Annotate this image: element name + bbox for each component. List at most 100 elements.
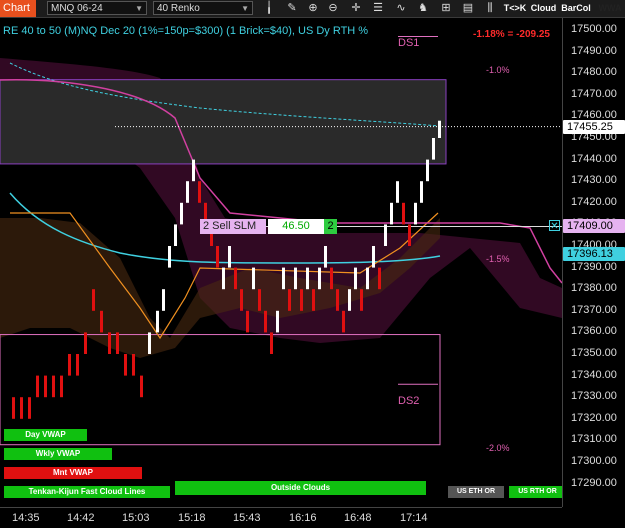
time-tick: 17:14 bbox=[400, 512, 428, 524]
price-tick: 17300.00 bbox=[571, 455, 617, 467]
time-tick: 15:43 bbox=[233, 512, 261, 524]
time-tick: 16:16 bbox=[289, 512, 317, 524]
barcol-toggle-button[interactable]: BarCol bbox=[560, 1, 592, 15]
tk-toggle-button[interactable]: T<>K bbox=[503, 1, 527, 15]
renko-bar-up bbox=[282, 267, 285, 290]
renko-bar-up bbox=[228, 246, 231, 268]
instrument-selector[interactable]: MNQ 06-24 ▼ bbox=[47, 1, 147, 15]
crosshair-icon[interactable]: ✛ bbox=[349, 1, 363, 15]
outside-clouds-legend: Outside Clouds bbox=[175, 481, 426, 495]
us-rth-or-legend: US RTH OR bbox=[509, 486, 566, 498]
wwa-toggle-button[interactable]: WWA bbox=[595, 1, 625, 15]
close-order-icon[interactable]: ✕ bbox=[549, 220, 560, 232]
renko-bar-down bbox=[76, 354, 79, 376]
renko-bar-down bbox=[402, 202, 405, 225]
monthly-vwap-legend: Mnt VWAP bbox=[4, 467, 142, 479]
weekly-vwap-legend: Wkly VWAP bbox=[4, 448, 112, 460]
renko-bar-down bbox=[378, 267, 381, 290]
chevron-down-icon: ▼ bbox=[135, 4, 143, 13]
chart-tab[interactable]: Chart bbox=[0, 0, 36, 17]
renko-bar-up bbox=[420, 181, 423, 203]
templates-icon[interactable]: ⊞ bbox=[439, 1, 453, 15]
price-tick: 17480.00 bbox=[571, 66, 617, 79]
barcol-toggle-label: BarCol bbox=[561, 3, 591, 13]
tk-toggle-label: T<>K bbox=[503, 3, 527, 13]
renko-bar-up bbox=[366, 267, 369, 290]
renko-bar-down bbox=[216, 246, 219, 268]
price-tick: 17380.00 bbox=[571, 282, 617, 295]
renko-bar-up bbox=[306, 267, 309, 290]
ds1-label: DS1 bbox=[398, 37, 420, 49]
renko-bar-down bbox=[240, 289, 243, 311]
renko-bar-up bbox=[318, 267, 321, 290]
renko-bar-down bbox=[312, 289, 315, 311]
renko-bar-up bbox=[414, 202, 417, 225]
renko-bar-up bbox=[348, 289, 351, 311]
renko-bar-down bbox=[360, 289, 363, 311]
renko-bar-down bbox=[270, 332, 273, 354]
current-price-badge: 17455.25 bbox=[563, 120, 625, 134]
price-tick: 17320.00 bbox=[571, 411, 617, 424]
price-tick: 17350.00 bbox=[571, 347, 617, 359]
renko-bar-down bbox=[124, 354, 127, 376]
zoom-out-icon[interactable]: ⊖ bbox=[326, 1, 340, 15]
renko-bar-up bbox=[156, 310, 159, 333]
renko-bar-down bbox=[342, 310, 345, 333]
renko-bar-down bbox=[132, 354, 135, 376]
renko-bar-down bbox=[408, 224, 411, 246]
renko-bar-down bbox=[264, 310, 267, 333]
order-quantity[interactable]: 2 bbox=[324, 219, 337, 234]
price-tick: 17330.00 bbox=[571, 390, 617, 403]
bar-style-icon[interactable]: ╽ bbox=[262, 1, 276, 15]
renko-bar-down bbox=[198, 181, 201, 203]
renko-bar-up bbox=[162, 289, 165, 311]
price-axis[interactable]: 17500.00 17490.00 17480.00 17470.00 17460.00… bbox=[562, 18, 625, 507]
renko-bar-up bbox=[186, 181, 189, 203]
cloud-toggle-button[interactable]: Cloud bbox=[530, 1, 557, 15]
renko-bar-up bbox=[276, 310, 279, 333]
pct-level-1: -1.0% bbox=[486, 65, 510, 75]
bar-type-selector[interactable]: 40 Renko ▼ bbox=[153, 1, 253, 15]
renko-bar-down bbox=[60, 375, 63, 398]
cloud-lines-legend: Tenkan-Kijun Fast Cloud Lines bbox=[4, 486, 170, 498]
renko-bar-down bbox=[336, 289, 339, 311]
renko-bar-down bbox=[28, 397, 31, 419]
bar-type-value: 40 Renko bbox=[157, 3, 200, 14]
renko-bar-up bbox=[384, 224, 387, 246]
renko-bar-up bbox=[148, 332, 151, 354]
chart-toolbar: Chart MNQ 06-24 ▼ 40 Renko ▼ ╽ ✎ ⊕ ⊖ ✛ ☰… bbox=[0, 0, 625, 18]
renko-bar-up bbox=[372, 246, 375, 268]
renko-bar-down bbox=[100, 310, 103, 333]
zoom-in-icon[interactable]: ⊕ bbox=[306, 1, 320, 15]
renko-bar-down bbox=[52, 375, 55, 398]
renko-bar-up bbox=[324, 246, 327, 268]
strategies-icon[interactable]: ♞ bbox=[416, 1, 430, 15]
pct-level-2: -1.5% bbox=[486, 254, 510, 264]
price-tick: 17440.00 bbox=[571, 152, 617, 165]
time-axis[interactable]: 14:35 14:42 15:03 15:18 15:43 16:16 16:48 17:14 bbox=[0, 507, 562, 528]
time-tick: 15:03 bbox=[122, 512, 150, 524]
time-tick: 14:35 bbox=[12, 512, 40, 524]
sell-order-label[interactable]: 2 Sell SLM bbox=[200, 219, 266, 234]
price-tick: 17500.00 bbox=[571, 23, 617, 35]
chevron-down-icon: ▼ bbox=[241, 4, 249, 13]
vwap-price-badge: 17396.13 bbox=[563, 247, 625, 261]
indicators-icon[interactable]: ∿ bbox=[394, 1, 408, 15]
order-price-field[interactable]: 46.50 bbox=[268, 219, 324, 234]
renko-bar-down bbox=[84, 332, 87, 354]
instrument-value: MNQ 06-24 bbox=[51, 3, 103, 14]
split-icon[interactable]: ⫼ bbox=[483, 1, 497, 15]
renko-bar-up bbox=[354, 267, 357, 290]
data-box-icon[interactable]: ▤ bbox=[461, 1, 475, 15]
day-vwap-legend: Day VWAP bbox=[4, 429, 87, 441]
cloud-toggle-label: Cloud bbox=[530, 3, 557, 13]
renko-bar-up bbox=[390, 202, 393, 225]
draw-tools-icon[interactable]: ✎ bbox=[285, 1, 299, 15]
order-price-badge: 17409.00 bbox=[563, 219, 625, 233]
price-tick: 17430.00 bbox=[571, 174, 617, 187]
properties-icon[interactable]: ☰ bbox=[371, 1, 385, 15]
renko-bar-down bbox=[20, 397, 23, 419]
ds2-label: DS2 bbox=[398, 395, 420, 407]
renko-bar-down bbox=[108, 332, 111, 354]
renko-bar-down bbox=[246, 310, 249, 333]
